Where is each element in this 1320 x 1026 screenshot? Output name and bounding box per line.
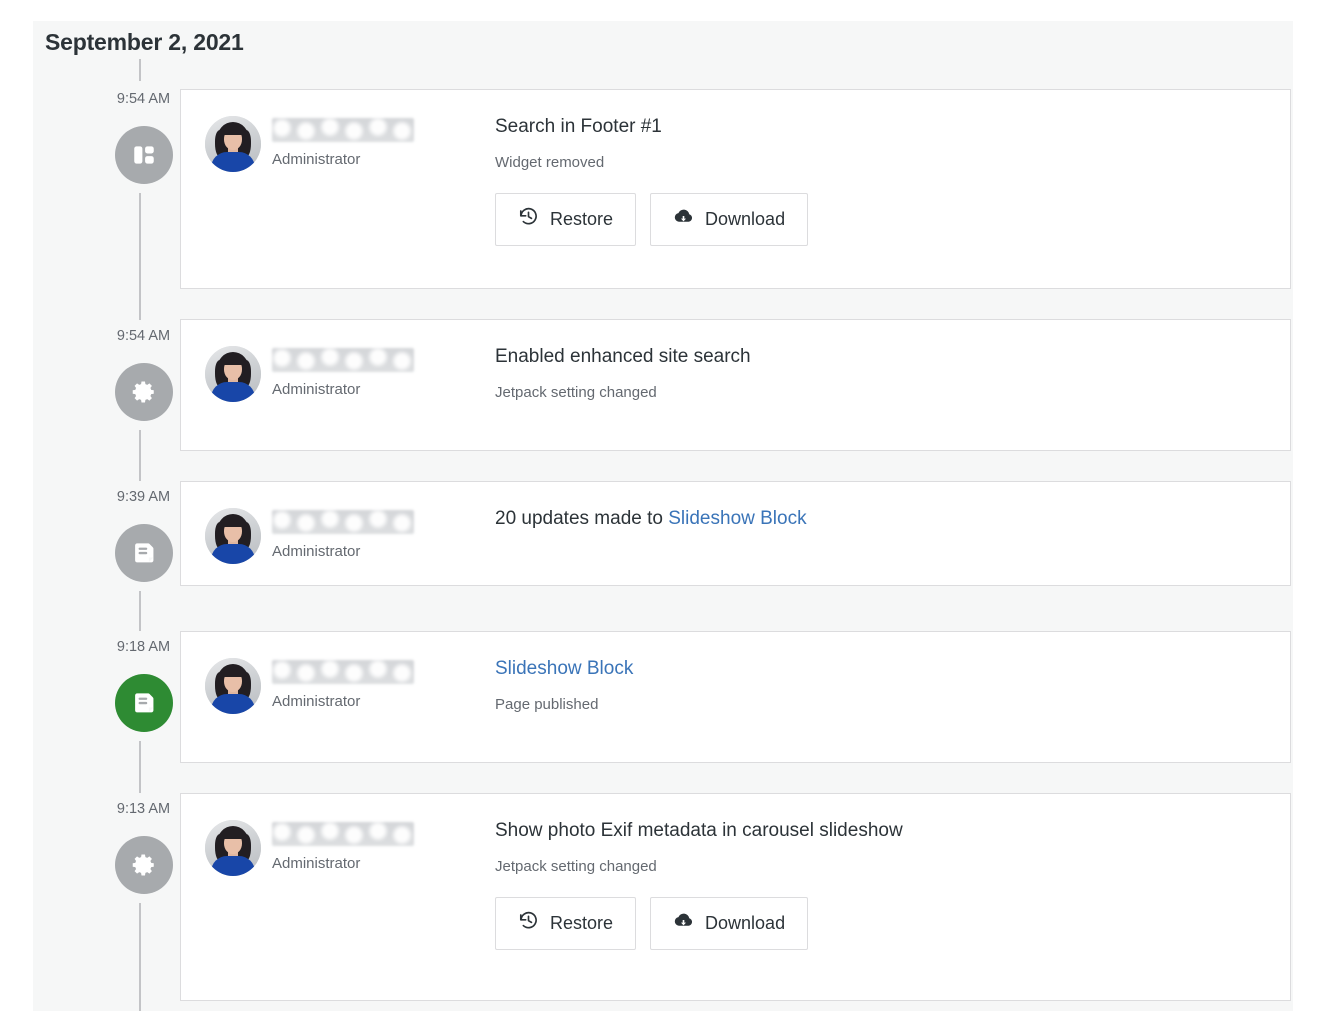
activity-subtitle: Jetpack setting changed xyxy=(495,384,751,401)
activity-subtitle: Page published xyxy=(495,696,633,713)
restore-button[interactable]: Restore xyxy=(495,897,636,950)
widget-blocks-icon xyxy=(131,142,157,168)
restore-button-label: Restore xyxy=(550,913,613,934)
download-button[interactable]: Download xyxy=(650,897,808,950)
restore-button[interactable]: Restore xyxy=(495,193,636,246)
activity-card[interactable]: Administrator Show photo Exif metadata in… xyxy=(180,793,1291,1001)
actor-role: Administrator xyxy=(272,543,414,560)
activity-content: Slideshow Block Page published xyxy=(475,656,633,737)
event-time: 9:39 AM xyxy=(106,489,181,505)
history-restore-icon xyxy=(518,206,539,232)
activity-title-text: Show photo Exif metadata in carousel sli… xyxy=(495,820,903,841)
activity-title-link[interactable]: Slideshow Block xyxy=(495,658,633,679)
actor-role: Administrator xyxy=(272,151,414,168)
activity-content: 20 updates made to Slideshow Block xyxy=(475,506,807,556)
activity-title: Enabled enhanced site search xyxy=(495,344,751,370)
restore-button-label: Restore xyxy=(550,209,613,230)
activity-actor: Administrator xyxy=(205,818,475,876)
page-document-icon xyxy=(131,690,157,716)
avatar[interactable] xyxy=(205,658,261,714)
timeline-rail: 9:54 AM 9:54 AM 9:39 AM 9:18 AM 9:13 AM xyxy=(106,21,181,1011)
activity-title: Slideshow Block xyxy=(495,656,633,682)
activity-title-text: 20 updates made to xyxy=(495,508,668,529)
actor-name-redacted xyxy=(272,660,414,684)
history-restore-icon xyxy=(518,910,539,936)
actor-name-redacted xyxy=(272,510,414,534)
activity-card[interactable]: Administrator Search in Footer #1 Widget r… xyxy=(180,89,1291,289)
avatar[interactable] xyxy=(205,346,261,402)
cloud-download-icon xyxy=(673,206,694,232)
timeline-connector xyxy=(139,430,141,481)
cloud-download-icon xyxy=(673,910,694,936)
actor-role: Administrator xyxy=(272,693,414,710)
activity-subtitle: Widget removed xyxy=(495,154,808,171)
actor-text: Administrator xyxy=(261,346,414,398)
avatar[interactable] xyxy=(205,116,261,172)
timeline-node-page-document[interactable] xyxy=(115,674,173,732)
timeline-node-page-document[interactable] xyxy=(115,524,173,582)
actor-text: Administrator xyxy=(261,820,414,872)
activity-actions: Restore Download xyxy=(495,193,808,246)
timeline-connector xyxy=(139,591,141,631)
activity-content: Show photo Exif metadata in carousel sli… xyxy=(475,818,903,974)
event-time: 9:18 AM xyxy=(106,639,181,655)
actor-name-redacted xyxy=(272,822,414,846)
actor-role: Administrator xyxy=(272,855,414,872)
activity-title: Show photo Exif metadata in carousel sli… xyxy=(495,818,903,844)
timeline-connector xyxy=(139,193,141,320)
download-button-label: Download xyxy=(705,209,785,230)
actor-name-redacted xyxy=(272,348,414,372)
event-time: 9:54 AM xyxy=(106,328,181,344)
page-document-icon xyxy=(131,540,157,566)
activity-card[interactable]: Administrator Slideshow Block Page publish… xyxy=(180,631,1291,763)
actor-name-redacted xyxy=(272,118,414,142)
activity-card[interactable]: Administrator Enabled enhanced site searc… xyxy=(180,319,1291,451)
timeline-node-widget-blocks[interactable] xyxy=(115,126,173,184)
activity-title-link[interactable]: Slideshow Block xyxy=(668,508,806,529)
activity-actions: Restore Download xyxy=(495,897,903,950)
avatar[interactable] xyxy=(205,508,261,564)
activity-content: Search in Footer #1 Widget removed Restore… xyxy=(475,114,808,270)
activity-actor: Administrator xyxy=(205,114,475,172)
activity-title: 20 updates made to Slideshow Block xyxy=(495,506,807,532)
timeline-node-gear[interactable] xyxy=(115,836,173,894)
timeline-connector xyxy=(139,741,141,793)
activity-title: Search in Footer #1 xyxy=(495,114,808,140)
event-time: 9:13 AM xyxy=(106,801,181,817)
activity-content: Enabled enhanced site search Jetpack sett… xyxy=(475,344,751,425)
avatar[interactable] xyxy=(205,820,261,876)
activity-actor: Administrator xyxy=(205,656,475,714)
actor-text: Administrator xyxy=(261,116,414,168)
timeline-connector xyxy=(139,903,141,1011)
actor-text: Administrator xyxy=(261,508,414,560)
actor-text: Administrator xyxy=(261,658,414,710)
download-button-label: Download xyxy=(705,913,785,934)
timeline-connector xyxy=(139,59,141,81)
activity-card[interactable]: Administrator 20 updates made to Slidesho… xyxy=(180,481,1291,586)
gear-icon xyxy=(131,852,157,878)
activity-title-text: Search in Footer #1 xyxy=(495,116,662,137)
actor-role: Administrator xyxy=(272,381,414,398)
event-time: 9:54 AM xyxy=(106,91,181,107)
timeline-node-gear[interactable] xyxy=(115,363,173,421)
activity-title-text: Enabled enhanced site search xyxy=(495,346,751,367)
gear-icon xyxy=(131,379,157,405)
activity-actor: Administrator xyxy=(205,344,475,402)
activity-actor: Administrator xyxy=(205,506,475,564)
activity-log-panel: September 2, 2021 9:54 AM9:54 AM9:39 AM9… xyxy=(33,21,1293,1011)
download-button[interactable]: Download xyxy=(650,193,808,246)
activity-subtitle: Jetpack setting changed xyxy=(495,858,903,875)
